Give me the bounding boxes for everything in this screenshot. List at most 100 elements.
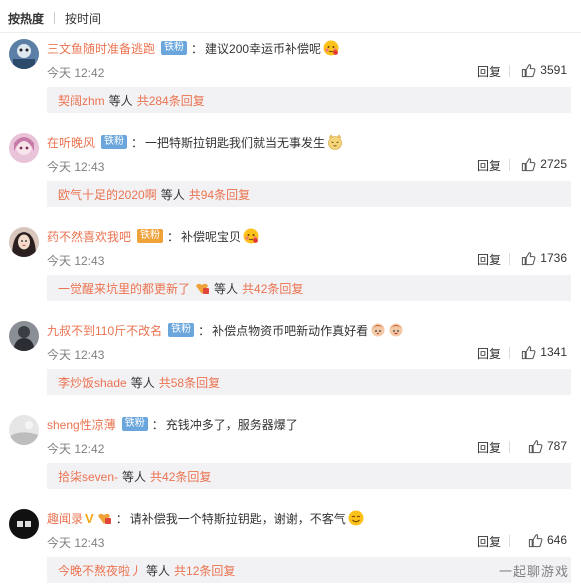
username-link[interactable]: 九叔不到110斤不改名 — [47, 322, 162, 339]
colon: ： — [131, 135, 144, 150]
like-button[interactable]: 1341 — [521, 344, 567, 360]
comment-item: 三文鱼随时准备逃跑 铁粉 ： 建议200幸运币补偿呢 今天 12:42 回复 3… — [0, 33, 581, 127]
action-divider — [509, 347, 510, 359]
fan-badge[interactable]: 铁粉 — [168, 323, 195, 337]
reply-summary-user[interactable]: 李炒饭shade — [58, 374, 127, 391]
reply-summary[interactable]: 今晚不熬夜啦丿 等人 共12条回复 — [47, 557, 571, 583]
reply-button[interactable]: 回复 — [477, 157, 501, 174]
avatar[interactable] — [9, 321, 39, 351]
username-link[interactable]: sheng性凉薄 — [47, 416, 116, 433]
like-count: 1736 — [540, 251, 567, 265]
fan-badge[interactable]: 铁粉 — [137, 229, 164, 243]
reply-summary-text: 等人 — [160, 187, 185, 202]
reply-summary-text: 等人 — [130, 375, 155, 390]
colon: ： — [151, 417, 164, 432]
fan-level-icon — [196, 283, 210, 294]
avatar[interactable] — [9, 509, 39, 539]
comment-header: 趣闻录 V ： 请补偿我一个特斯拉钥匙，谢谢，不客气 — [47, 509, 364, 527]
reply-summary[interactable]: 一觉醒来坑里的都更新了 等人 共42条回复 — [47, 275, 571, 301]
reply-summary-user[interactable]: 一觉醒来坑里的都更新了 — [58, 280, 190, 297]
like-button[interactable]: 787 — [528, 438, 567, 454]
reply-summary-user[interactable]: 欧气十足的2020啊 — [58, 186, 157, 203]
comment-text: 补偿呢宝贝 — [181, 229, 242, 244]
fan-badge[interactable]: 铁粉 — [101, 135, 128, 149]
reply-button[interactable]: 回复 — [477, 439, 501, 456]
reply-summary-count[interactable]: 共42条回复 — [150, 468, 211, 485]
reply-button[interactable]: 回复 — [477, 251, 501, 268]
colon: ： — [198, 323, 211, 338]
comment-header: 在听晚风 铁粉 ： 一把特斯拉钥匙我们就当无事发生 — [47, 133, 343, 151]
comment-item: sheng性凉薄 铁粉 ： 充钱冲多了，服务器爆了 今天 12:42 回复 78… — [0, 409, 581, 503]
avatar[interactable] — [9, 39, 39, 69]
comment-time: 今天 12:43 — [47, 160, 105, 174]
reply-summary[interactable]: 李炒饭shade 等人 共58条回复 — [47, 369, 571, 395]
sort-hot-tab[interactable]: 按热度 — [8, 10, 44, 27]
sort-divider — [54, 12, 56, 24]
avatar[interactable] — [9, 415, 39, 445]
thumbs-up-icon — [528, 533, 543, 547]
reply-summary-count[interactable]: 共94条回复 — [189, 186, 250, 203]
thumbs-up-icon — [522, 251, 536, 265]
like-count: 787 — [546, 439, 567, 453]
reply-button[interactable]: 回复 — [477, 345, 501, 362]
reply-summary-user[interactable]: 今晚不熬夜啦丿 — [58, 562, 142, 579]
reply-button[interactable]: 回复 — [477, 63, 501, 80]
comment-item: 趣闻录 V ： 请补偿我一个特斯拉钥匙，谢谢，不客气 今天 12:43 回复 6… — [0, 503, 581, 588]
blush-face-icon — [323, 40, 339, 56]
comment-time: 今天 12:42 — [47, 66, 105, 80]
reply-summary-count[interactable]: 共58条回复 — [159, 374, 220, 391]
reply-button[interactable]: 回复 — [477, 533, 501, 550]
sort-time-tab[interactable]: 按时间 — [65, 10, 101, 27]
reply-summary-text: 等人 — [122, 469, 147, 484]
comment-text: 建议200幸运币补偿呢 — [205, 41, 322, 56]
comment-text: 一把特斯拉钥匙我们就当无事发生 — [145, 135, 326, 150]
action-divider — [509, 535, 510, 547]
smile-face-icon — [348, 510, 364, 526]
avatar[interactable] — [9, 227, 39, 257]
vip-v-icon: V — [85, 510, 94, 526]
reply-summary-text: 等人 — [214, 281, 239, 296]
reply-summary[interactable]: 拾柒seven- 等人 共42条回复 — [47, 463, 571, 489]
comment-item: 九叔不到110斤不改名 铁粉 ： 补偿点物资币吧新动作真好看 今天 12:43 … — [0, 315, 581, 409]
username-link[interactable]: 趣闻录 — [47, 510, 83, 527]
thumbs-up-icon — [522, 63, 536, 77]
reply-summary-count[interactable]: 共284条回复 — [137, 92, 205, 109]
like-button[interactable]: 2725 — [521, 156, 567, 172]
like-button[interactable]: 1736 — [521, 250, 567, 266]
fan-badge[interactable]: 铁粉 — [161, 41, 188, 55]
reply-summary-count[interactable]: 共42条回复 — [242, 280, 303, 297]
reply-summary-text: 等人 — [146, 563, 171, 578]
reply-summary-user[interactable]: 契阔zhm — [58, 92, 105, 109]
action-divider — [509, 441, 510, 453]
comment-text: 请补偿我一个特斯拉钥匙，谢谢，不客气 — [129, 511, 346, 526]
username-link[interactable]: 三文鱼随时准备逃跑 — [47, 40, 155, 57]
like-count: 1341 — [540, 345, 567, 359]
like-button[interactable]: 3591 — [521, 62, 567, 78]
reply-summary-user[interactable]: 拾柒seven- — [58, 468, 118, 485]
comment-time: 今天 12:43 — [47, 536, 105, 550]
watermark: 一起聊游戏 — [498, 564, 569, 579]
reply-summary[interactable]: 欧气十足的2020啊 等人 共94条回复 — [47, 181, 571, 207]
like-count: 646 — [546, 533, 567, 547]
comment-item: 在听晚风 铁粉 ： 一把特斯拉钥匙我们就当无事发生 今天 12:43 回复 27… — [0, 127, 581, 221]
comment-time: 今天 12:42 — [47, 442, 105, 456]
username-link[interactable]: 药不然喜欢我吧 — [47, 228, 131, 245]
username-link[interactable]: 在听晚风 — [47, 134, 95, 151]
comment-header: sheng性凉薄 铁粉 ： 充钱冲多了，服务器爆了 — [47, 415, 298, 433]
doll-face-icon — [389, 323, 403, 337]
reply-summary[interactable]: 契阔zhm 等人 共284条回复 — [47, 87, 571, 113]
comment-text: 充钱冲多了，服务器爆了 — [165, 417, 298, 432]
action-divider — [509, 159, 510, 171]
comment-time: 今天 12:43 — [47, 348, 105, 362]
avatar[interactable] — [9, 133, 39, 163]
like-count: 2725 — [540, 157, 567, 171]
like-button[interactable]: 646 — [528, 532, 567, 548]
colon: ： — [191, 41, 204, 56]
reply-summary-count[interactable]: 共12条回复 — [174, 562, 235, 579]
thumbs-up-icon — [522, 345, 536, 359]
thumbs-up-icon — [528, 439, 543, 453]
fan-badge[interactable]: 铁粉 — [121, 417, 148, 431]
reply-summary-text: 等人 — [108, 93, 133, 108]
comment-header: 药不然喜欢我吧 铁粉 ： 补偿呢宝贝 — [47, 227, 259, 245]
fan-level-icon — [97, 513, 111, 524]
